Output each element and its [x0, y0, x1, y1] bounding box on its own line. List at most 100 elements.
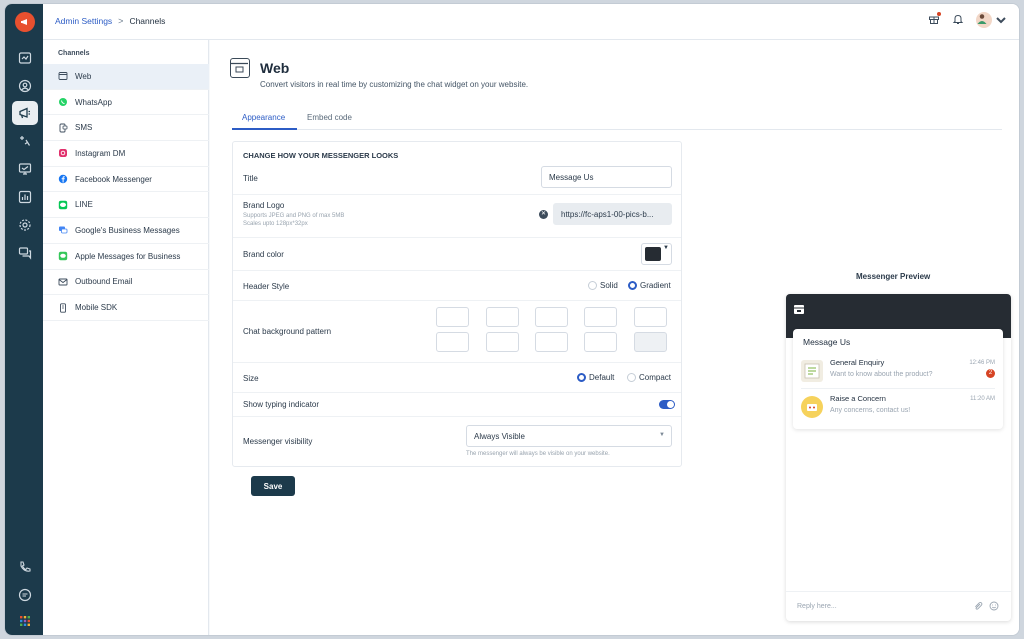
sidebar-item-facebook-messenger[interactable]: Facebook Messenger [43, 167, 209, 193]
sidebar-item-label: Google's Business Messages [75, 225, 180, 235]
reports-chart-icon[interactable] [12, 185, 38, 209]
bell-icon[interactable] [952, 13, 964, 27]
widget-logo-icon [794, 305, 804, 314]
save-button[interactable]: Save [251, 476, 295, 496]
breadcrumb: Admin Settings > Channels [55, 16, 165, 26]
brand-color-swatch [645, 247, 661, 261]
settings-gear-icon[interactable] [12, 213, 38, 237]
typing-indicator-label: Show typing indicator [243, 400, 320, 409]
sidebar-item-sms[interactable]: SMS [43, 115, 209, 142]
preview-card-title: Message Us [803, 337, 851, 347]
automation-sparkle-icon[interactable] [12, 129, 38, 153]
feedback-chat-icon[interactable] [12, 583, 38, 607]
sidebar-item-whatsapp[interactable]: WhatsApp [43, 90, 209, 116]
campaigns-megaphone-icon[interactable] [12, 101, 38, 125]
conversation-time: 12:46 PM [969, 360, 995, 366]
solutions-monitor-icon[interactable] [12, 157, 38, 181]
header-style-solid-radio[interactable]: Solid [588, 281, 618, 290]
sidebar-item-google-business[interactable]: Google's Business Messages [43, 218, 209, 244]
conversation-item[interactable]: General Enquiry Want to know about the p… [801, 355, 995, 389]
visibility-selected-value: Always Visible [474, 432, 525, 441]
breadcrumb-admin-settings[interactable]: Admin Settings [55, 16, 112, 26]
pattern-option[interactable] [584, 307, 617, 327]
sidebar-item-label: Apple Messages for Business [75, 251, 181, 261]
sidebar-item-line[interactable]: LINE [43, 192, 209, 219]
tab-appearance[interactable]: Appearance [242, 113, 285, 122]
attachment-icon[interactable] [973, 601, 983, 613]
sidebar-item-label: Mobile SDK [75, 303, 118, 313]
size-default-radio[interactable]: Default [577, 373, 614, 382]
pattern-option[interactable] [584, 332, 617, 352]
breadcrumb-separator: > [118, 16, 124, 26]
pattern-option-selected[interactable] [634, 332, 667, 352]
app-logo-icon[interactable] [15, 12, 35, 32]
raise-concern-thumbnail-icon [801, 396, 823, 418]
gradient-option-label: Gradient [640, 281, 671, 290]
app-window: Admin Settings > Channels Channels Web W… [5, 4, 1019, 635]
title-label: Title [243, 174, 258, 183]
google-business-icon [58, 225, 68, 235]
sidebar-item-label: WhatsApp [75, 97, 112, 107]
pattern-option[interactable] [535, 307, 568, 327]
emoji-icon[interactable] [989, 601, 999, 613]
reply-input[interactable]: Reply here... [797, 603, 837, 610]
sidebar-item-instagram[interactable]: Instagram DM [43, 141, 209, 167]
sidebar-item-apple-messages[interactable]: Apple Messages for Business [43, 244, 209, 270]
typing-indicator-toggle[interactable] [659, 400, 675, 409]
brand-logo-label: Brand Logo [243, 201, 285, 210]
profile-menu[interactable] [976, 12, 1007, 28]
pattern-option[interactable] [436, 332, 469, 352]
sidebar-item-web[interactable]: Web [43, 64, 209, 90]
size-row: Size Default Compact [233, 363, 681, 393]
pattern-option[interactable] [535, 332, 568, 352]
bg-pattern-label: Chat background pattern [243, 327, 332, 336]
pattern-option[interactable] [634, 307, 667, 327]
facebook-icon [58, 174, 68, 184]
phone-icon[interactable] [12, 555, 38, 579]
brand-color-row: Brand color ▼ [233, 238, 681, 271]
pattern-option[interactable] [486, 307, 519, 327]
whatsapp-icon [58, 97, 68, 107]
visibility-select[interactable]: Always Visible ▼ [466, 425, 672, 447]
apps-grid-icon[interactable] [12, 609, 38, 633]
form-heading: CHANGE HOW YOUR MESSENGER LOOKS [243, 151, 399, 160]
brand-color-picker[interactable]: ▼ [641, 243, 672, 265]
tab-embed-code[interactable]: Embed code [307, 113, 352, 122]
header-style-row: Header Style Solid Gradient [233, 271, 681, 301]
appearance-form: CHANGE HOW YOUR MESSENGER LOOKS Title Me… [232, 141, 682, 467]
brand-logo-url-field[interactable]: https://fc-aps1-00-pics-b... [553, 203, 672, 225]
radio-checked [577, 373, 586, 382]
title-input[interactable]: Message Us [541, 166, 672, 188]
pattern-option[interactable] [486, 332, 519, 352]
page-title: Web [260, 60, 290, 76]
sidebar-item-label: SMS [75, 123, 93, 133]
avatar [976, 12, 992, 28]
pattern-option[interactable] [436, 307, 469, 327]
sidebar-item-label: Facebook Messenger [75, 174, 152, 184]
sms-icon [58, 123, 68, 133]
chevron-down-icon [996, 17, 1006, 24]
visibility-row: Messenger visibility Always Visible ▼ Th… [233, 417, 681, 467]
conversation-name: General Enquiry [830, 358, 885, 367]
general-enquiry-thumbnail-icon [801, 360, 823, 382]
contacts-icon[interactable] [12, 74, 38, 98]
brand-logo-hint-scale: Scales upto 128px*32px [243, 221, 308, 227]
title-row: Title Message Us [233, 164, 681, 195]
sidebar-item-mobile-sdk[interactable]: Mobile SDK [43, 295, 209, 321]
gift-icon[interactable] [928, 12, 941, 27]
sidebar-item-outbound-email[interactable]: Outbound Email [43, 270, 209, 296]
remove-logo-icon[interactable]: ✕ [539, 210, 548, 219]
inbox-icon[interactable] [12, 46, 38, 70]
sidebar-item-label: Outbound Email [75, 277, 133, 287]
main-content: Web Convert visitors in real time by cus… [210, 40, 1019, 635]
size-compact-radio[interactable]: Compact [627, 373, 671, 382]
compact-option-label: Compact [639, 373, 672, 382]
preview-reply-bar: Reply here... [786, 591, 1011, 621]
notification-dot [937, 12, 941, 16]
conversation-message: Want to know about the product? [830, 371, 933, 378]
conversation-item[interactable]: Raise a Concern Any concerns, contact us… [801, 391, 995, 425]
mobile-sdk-icon [58, 302, 68, 313]
chat-bubbles-icon[interactable] [12, 241, 38, 265]
header-style-gradient-radio[interactable]: Gradient [628, 281, 671, 290]
email-icon [58, 277, 68, 287]
